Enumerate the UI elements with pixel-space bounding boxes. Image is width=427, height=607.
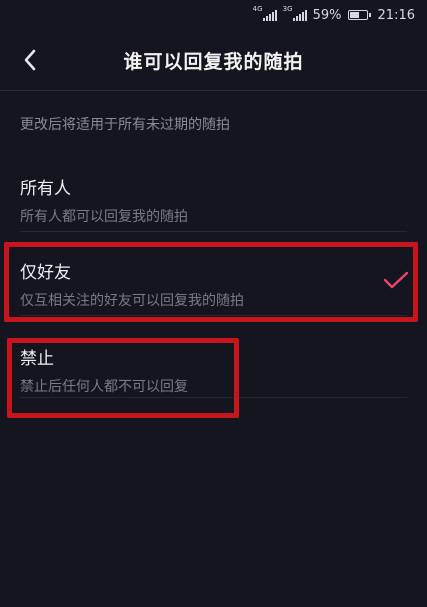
option-title: 所有人 [20,179,71,199]
back-button[interactable] [14,44,46,76]
highlight-box [4,242,418,322]
battery-icon [347,10,371,20]
clock: 21:16 [377,7,415,23]
battery-percent: 59% [312,7,342,23]
chevron-left-icon [24,49,36,71]
hint-text: 更改后将适用于所有未过期的随拍 [20,117,230,133]
battery-level-fill [349,12,359,18]
header-divider [0,90,427,91]
option-everyone[interactable]: 所有人 所有人都可以回复我的随拍 [0,174,427,232]
highlight-box [7,338,239,418]
divider [20,231,407,232]
status-bar: 4G 3G 59% 21:16 [0,0,427,30]
option-description: 所有人都可以回复我的随拍 [20,209,188,225]
cellular-signal-icon: 4G [252,5,277,21]
cellular-signal-icon: 3G [282,5,307,21]
network-type-label: 4G [252,5,263,13]
network-type-label: 3G [282,5,293,13]
header: 谁可以回复我的随拍 [0,30,427,90]
page-title: 谁可以回复我的随拍 [123,50,304,73]
